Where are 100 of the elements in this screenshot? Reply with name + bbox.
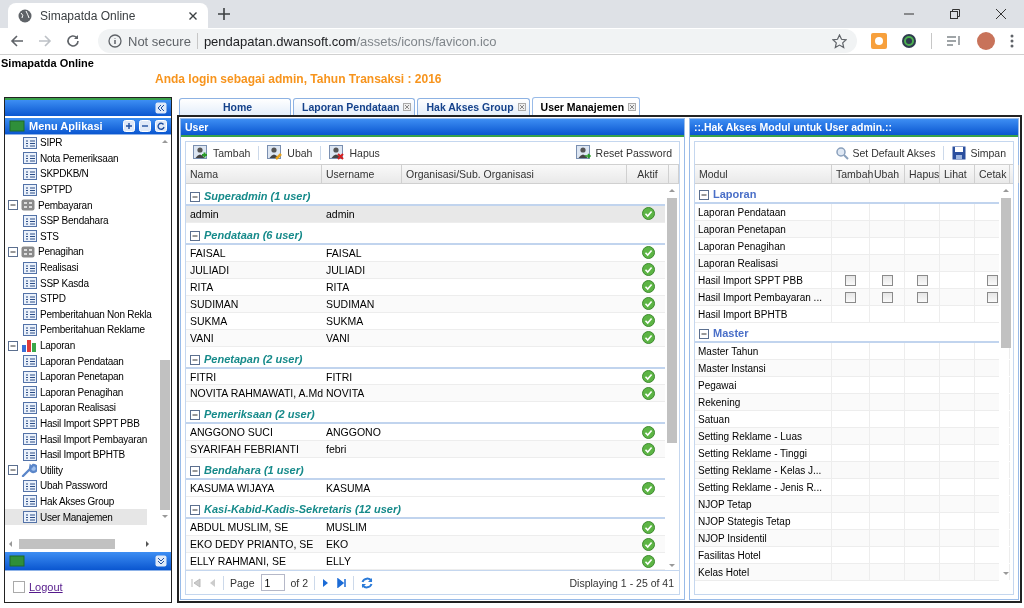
save-button[interactable]: Simpan xyxy=(950,145,1008,161)
table-row[interactable]: ANGGONO SUCI ANGGONO xyxy=(186,424,665,442)
extension-icon[interactable] xyxy=(901,33,917,49)
column-header[interactable]: Hapus xyxy=(905,165,940,183)
tree-item[interactable]: SPTPD xyxy=(5,181,159,198)
tree-item[interactable]: Hasil Import SPPT PBB xyxy=(5,415,159,432)
toolbar-button[interactable]: Ubah xyxy=(265,144,315,162)
toolbar-button[interactable]: Tambah xyxy=(191,144,253,162)
tree-item[interactable]: Laporan Pendataan xyxy=(5,353,159,369)
checkbox[interactable] xyxy=(881,274,893,286)
tree-item[interactable]: Laporan Realisasi xyxy=(5,400,159,416)
column-header[interactable]: Organisasi/Sub. Organisasi xyxy=(402,165,627,183)
tree-item[interactable]: Realisasi xyxy=(5,259,159,276)
close-icon[interactable] xyxy=(996,9,1006,19)
collapse-icon[interactable] xyxy=(8,200,18,211)
tree-item[interactable]: SKPDKB/N xyxy=(5,166,159,182)
tab[interactable]: Laporan Pendataan xyxy=(293,98,416,115)
close-icon[interactable] xyxy=(188,10,198,21)
tree-item[interactable]: Laporan Penetapan xyxy=(5,368,159,385)
group-header: Master xyxy=(713,327,749,339)
checkbox[interactable] xyxy=(845,291,856,303)
tree-folder[interactable]: Penagihan xyxy=(38,246,84,258)
column-header[interactable]: Modul xyxy=(695,165,832,183)
tree-item[interactable]: SIPR xyxy=(5,135,159,151)
address-bar[interactable]: Not secure pendapatan.dwansoft.com/assets/icons/favicon.ico xyxy=(98,29,857,53)
table-cell-text: FITRI xyxy=(189,369,218,385)
column-header[interactable]: Cetak xyxy=(975,165,1010,183)
table-row[interactable]: ELLY RAHMANI, SE ELLY xyxy=(186,553,665,570)
collapse-icon[interactable] xyxy=(699,190,709,200)
expand-icon[interactable] xyxy=(155,555,167,567)
checkbox[interactable] xyxy=(916,274,928,286)
checkbox[interactable] xyxy=(916,291,928,303)
column-header[interactable]: Nama xyxy=(186,165,322,183)
expand-all-icon[interactable] xyxy=(123,120,135,132)
collapse-icon[interactable] xyxy=(190,466,200,477)
new-tab-icon[interactable] xyxy=(218,8,230,20)
collapse-icon[interactable] xyxy=(8,340,18,351)
tab[interactable]: User Manajemen xyxy=(531,97,641,115)
refresh-icon[interactable] xyxy=(360,575,375,590)
refresh-icon[interactable] xyxy=(155,120,167,132)
column-header[interactable]: Username xyxy=(322,165,402,183)
reload-icon[interactable] xyxy=(66,34,80,48)
table-row[interactable]: SYARIFAH FEBRIANTI febri xyxy=(186,441,665,459)
tree-item[interactable]: SSP Kasda xyxy=(5,275,159,291)
tree-item[interactable]: User Manajemen xyxy=(5,509,147,525)
last-page-icon[interactable] xyxy=(337,577,348,588)
tree-item[interactable]: Pemberitahuan Non Rekla xyxy=(5,306,159,323)
tree-folder[interactable]: Utility xyxy=(40,464,63,476)
tree-item[interactable]: Hak Akses Group xyxy=(5,493,159,510)
avatar-icon[interactable] xyxy=(976,31,996,51)
tree-item[interactable]: STS xyxy=(5,228,159,245)
checkbox[interactable] xyxy=(986,274,998,286)
tree-item[interactable]: Pemberitahuan Reklame xyxy=(5,322,159,338)
tree-item[interactable]: Ubah Password xyxy=(5,478,159,494)
tree-folder[interactable]: Laporan xyxy=(40,340,75,351)
tree-item[interactable]: Nota Pemeriksaan xyxy=(5,150,159,167)
table-row[interactable]: EKO DEDY PRIANTO, SE EKO xyxy=(186,536,665,554)
logout-link[interactable]: Logout xyxy=(29,580,63,593)
table-cell-text: FAISAL xyxy=(325,245,363,261)
tab[interactable]: Hak Akses Group xyxy=(417,98,530,115)
table-row[interactable]: KASUMA WIJAYA KASUMA xyxy=(186,480,665,498)
collapse-icon[interactable] xyxy=(8,465,18,476)
collapse-icon[interactable] xyxy=(190,410,200,421)
collapse-icon[interactable] xyxy=(190,230,200,241)
collapse-icon[interactable] xyxy=(699,329,709,339)
collapse-icon[interactable] xyxy=(190,354,200,365)
back-icon[interactable] xyxy=(10,34,24,48)
menu-title: Menu Aplikasi xyxy=(29,120,104,132)
checkbox[interactable] xyxy=(845,274,856,286)
tab[interactable]: Home xyxy=(179,98,291,115)
collapse-icon[interactable] xyxy=(190,505,200,516)
restore-icon[interactable] xyxy=(950,9,960,19)
list-icon xyxy=(23,183,37,196)
browser-tab[interactable]: Simapatda Online xyxy=(8,3,208,28)
table-cell-text: SUKMA xyxy=(325,313,365,329)
set-default-button[interactable]: Set Default Akses xyxy=(832,145,938,161)
tree-item[interactable]: SSP Bendahara xyxy=(5,212,159,229)
tree-item[interactable]: STPD xyxy=(5,290,159,307)
collapse-icon[interactable] xyxy=(8,246,18,257)
page-field[interactable]: 1 xyxy=(260,574,285,591)
column-header[interactable]: Aktif xyxy=(627,165,669,183)
toolbar-button[interactable]: Hapus xyxy=(327,144,382,162)
table-cell-text: admin xyxy=(189,206,220,222)
tree-item[interactable]: Hasil Import Pembayaran xyxy=(5,431,159,447)
list-icon xyxy=(23,323,37,336)
table-row[interactable]: ABDUL MUSLIM, SE MUSLIM xyxy=(186,519,665,537)
checkbox[interactable] xyxy=(881,291,893,303)
checkbox[interactable] xyxy=(986,291,998,303)
column-header[interactable]: Lihat xyxy=(940,165,975,183)
collapse-icon[interactable] xyxy=(155,102,167,114)
star-icon[interactable] xyxy=(832,33,847,49)
tree-folder[interactable]: Pembayaran xyxy=(38,199,93,211)
table-row[interactable]: NOVITA RAHMAWATI, A.Md NOVITA xyxy=(186,385,665,403)
collapse-all-icon[interactable] xyxy=(139,120,151,132)
more-icon[interactable] xyxy=(1010,34,1014,48)
panel-title: ::.Hak Akses Modul untuk User admin.:: xyxy=(690,119,1018,137)
collapse-icon[interactable] xyxy=(190,191,200,202)
tree-item[interactable]: Laporan Penagihan xyxy=(5,384,159,401)
tree-item[interactable]: Hasil Import BPHTB xyxy=(5,446,159,463)
reset-password-button[interactable]: Reset Password xyxy=(573,144,674,162)
